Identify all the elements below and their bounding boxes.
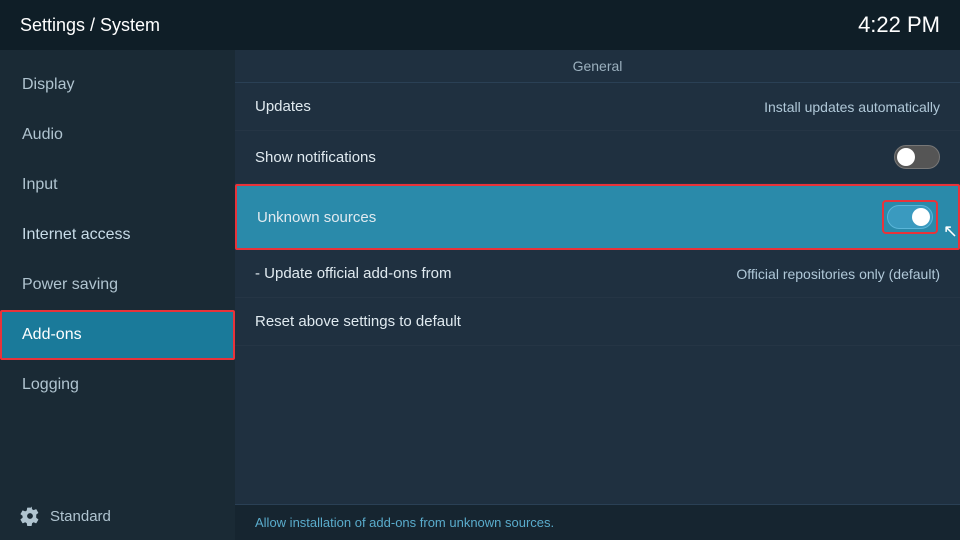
settings-row-show-notifications[interactable]: Show notifications bbox=[235, 131, 960, 184]
gear-icon bbox=[20, 506, 40, 526]
show-notifications-label: Show notifications bbox=[255, 149, 376, 166]
cursor-icon: ↖ bbox=[943, 221, 958, 242]
update-official-label: - Update official add-ons from bbox=[255, 265, 452, 282]
sidebar-item-add-ons[interactable]: Add-ons bbox=[0, 310, 235, 360]
reset-label: Reset above settings to default bbox=[255, 313, 461, 330]
status-text: Allow installation of add-ons from unkno… bbox=[255, 515, 554, 530]
sidebar: Display Audio Input Internet access Powe… bbox=[0, 50, 235, 540]
update-official-value: Official repositories only (default) bbox=[736, 266, 940, 282]
sidebar-item-display[interactable]: Display bbox=[0, 60, 235, 110]
sidebar-footer[interactable]: Standard bbox=[0, 492, 235, 540]
clock: 4:22 PM bbox=[858, 12, 940, 38]
section-header: General bbox=[235, 50, 960, 83]
sidebar-item-audio[interactable]: Audio bbox=[0, 110, 235, 160]
unknown-sources-toggle[interactable] bbox=[887, 205, 933, 229]
updates-label: Updates bbox=[255, 98, 311, 115]
settings-row-unknown-sources[interactable]: Unknown sources ↖ bbox=[235, 184, 960, 250]
profile-label: Standard bbox=[50, 508, 111, 525]
settings-row-update-official[interactable]: - Update official add-ons from Official … bbox=[235, 250, 960, 298]
toggle-highlighted-box bbox=[882, 200, 938, 234]
sidebar-item-internet-access[interactable]: Internet access bbox=[0, 210, 235, 260]
settings-row-updates[interactable]: Updates Install updates automatically bbox=[235, 83, 960, 131]
page-title: Settings / System bbox=[20, 15, 160, 36]
sidebar-item-logging[interactable]: Logging bbox=[0, 360, 235, 410]
sidebar-item-input[interactable]: Input bbox=[0, 160, 235, 210]
settings-row-reset[interactable]: Reset above settings to default bbox=[235, 298, 960, 346]
status-bar: Allow installation of add-ons from unkno… bbox=[235, 504, 960, 540]
show-notifications-toggle[interactable] bbox=[894, 145, 940, 169]
sidebar-item-power-saving[interactable]: Power saving bbox=[0, 260, 235, 310]
header: Settings / System 4:22 PM bbox=[0, 0, 960, 50]
updates-value: Install updates automatically bbox=[764, 99, 940, 115]
unknown-sources-label: Unknown sources bbox=[257, 209, 376, 226]
settings-list: Updates Install updates automatically Sh… bbox=[235, 83, 960, 504]
content-area: General Updates Install updates automati… bbox=[235, 50, 960, 540]
